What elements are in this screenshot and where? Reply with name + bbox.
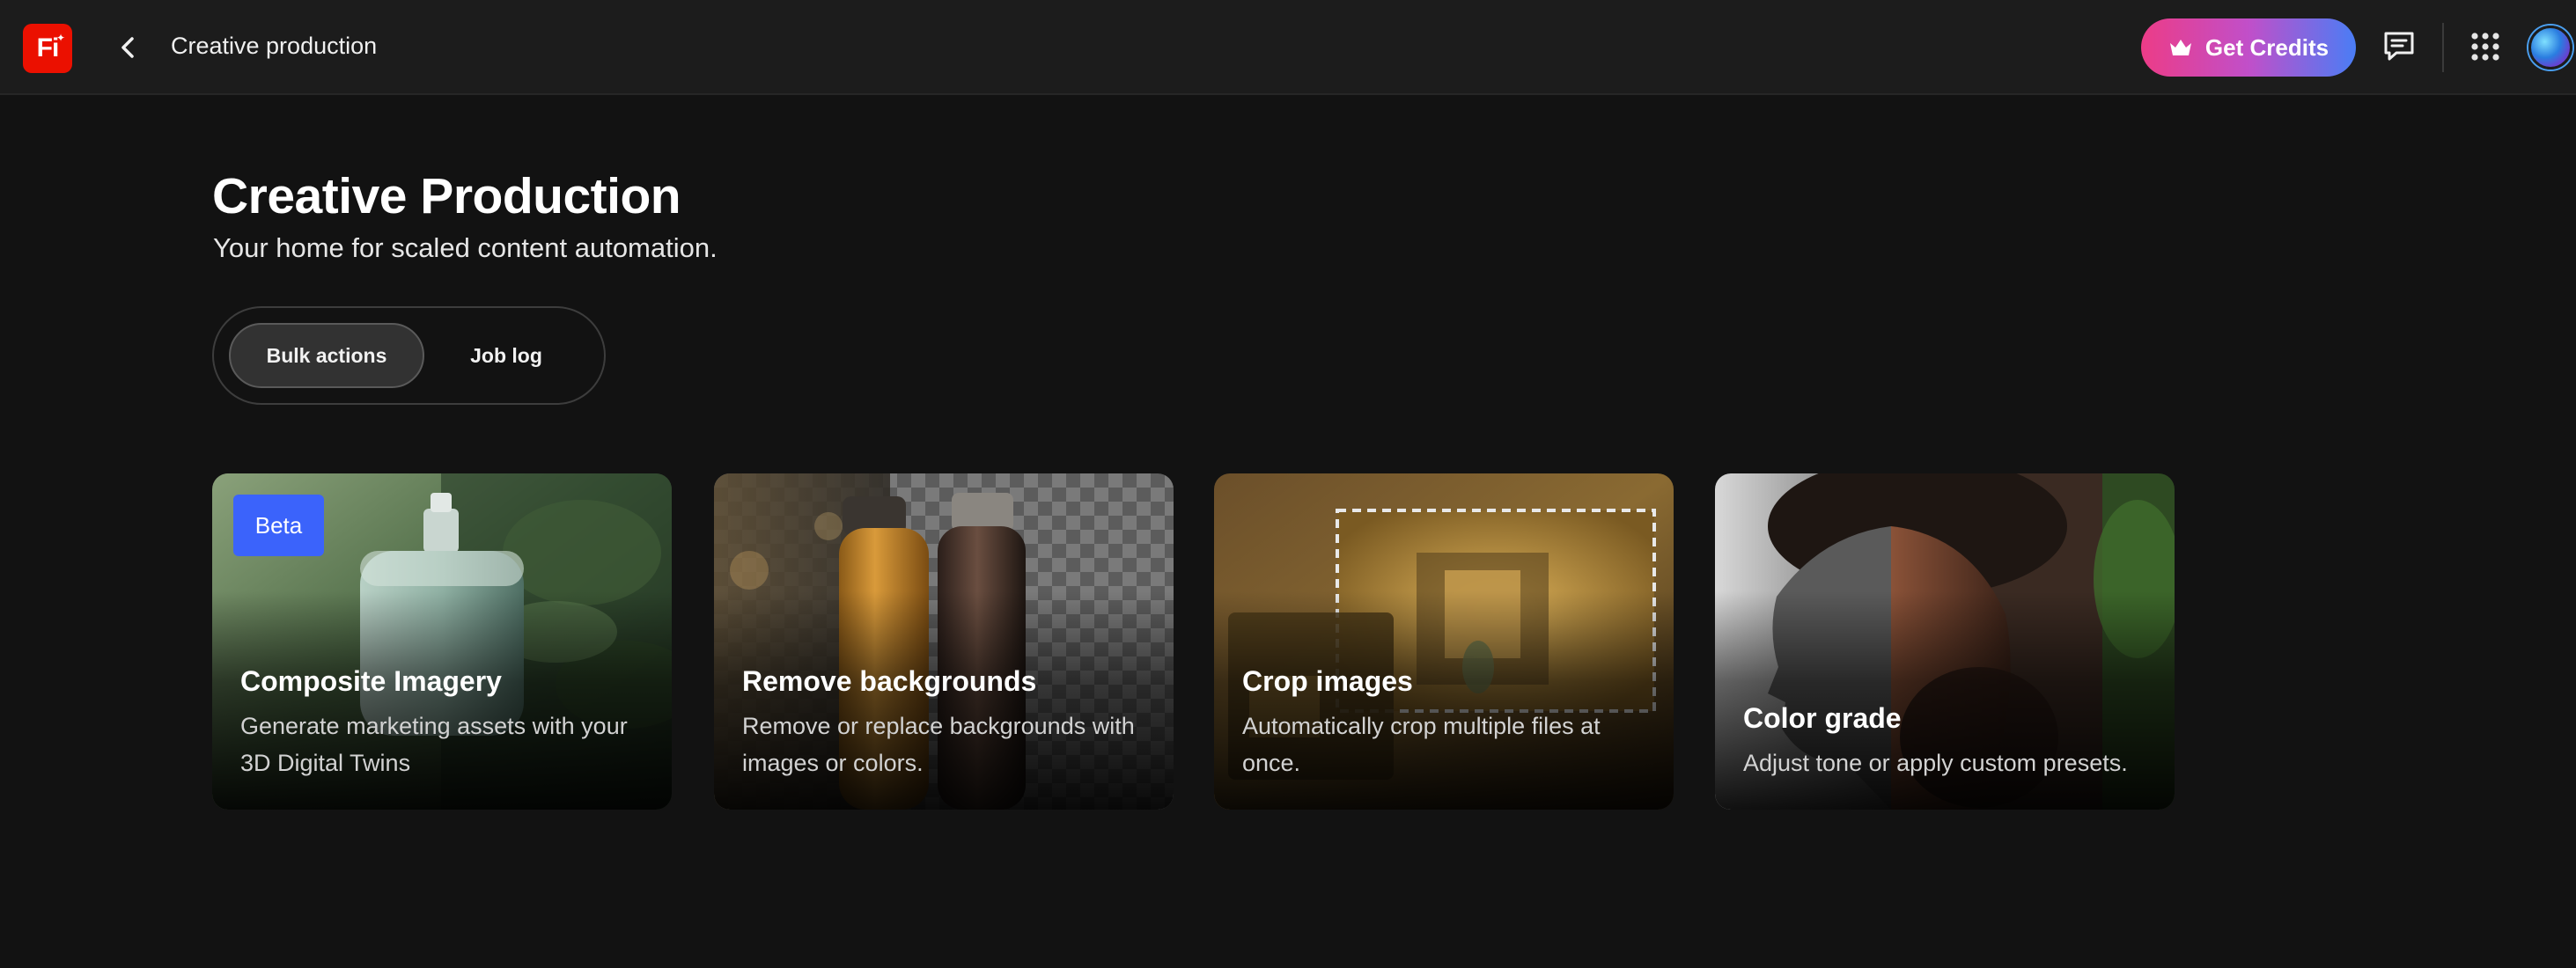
breadcrumb-title: Creative production: [171, 33, 378, 59]
card-crop-images[interactable]: Crop images Automatically crop multiple …: [1214, 473, 1674, 810]
apps-button[interactable]: [2470, 32, 2500, 62]
card-composite-imagery[interactable]: Beta Composite Imagery Generate marketin…: [212, 473, 672, 810]
top-bar: Fi ✦ Creative production Get Credits: [0, 0, 2576, 95]
chevron-left-icon: [121, 37, 134, 58]
logo-text: Fi: [36, 33, 60, 62]
view-tabs: Bulk actions Job log: [212, 306, 606, 405]
crown-icon: [2169, 40, 2191, 55]
card-color-grade[interactable]: Color grade Adjust tone or apply custom …: [1715, 473, 2175, 810]
beta-badge: Beta: [233, 495, 324, 556]
app-logo[interactable]: Fi ✦: [23, 24, 72, 73]
chat-bubble-icon: [2384, 32, 2414, 61]
card-title: Crop images: [1242, 665, 1413, 697]
tab-bulk-actions[interactable]: Bulk actions: [229, 323, 424, 388]
tab-job-log[interactable]: Job log: [445, 323, 567, 388]
app-grid-icon: [2471, 33, 2499, 61]
topbar-divider: [2442, 23, 2444, 72]
card-remove-backgrounds[interactable]: Remove backgrounds Remove or replace bac…: [714, 473, 1174, 810]
page-title: Creative Production: [212, 168, 681, 224]
back-button[interactable]: [111, 30, 146, 65]
get-credits-button[interactable]: Get Credits: [2141, 18, 2356, 77]
card-title: Color grade: [1743, 702, 1902, 734]
card-title: Remove backgrounds: [742, 665, 1037, 697]
card-description: Remove or replace backgrounds with image…: [742, 713, 1135, 776]
card-description: Generate marketing assets with your 3D D…: [240, 713, 628, 776]
user-avatar[interactable]: [2528, 26, 2572, 70]
card-description: Automatically crop multiple files at onc…: [1242, 713, 1601, 776]
card-title: Composite Imagery: [240, 665, 502, 697]
page-subtitle: Your home for scaled content automation.: [213, 232, 718, 263]
get-credits-label: Get Credits: [2204, 33, 2329, 61]
chat-button[interactable]: [2381, 28, 2418, 65]
card-description: Adjust tone or apply custom presets.: [1743, 750, 2128, 776]
sparkle-icon: ✦: [55, 32, 65, 44]
